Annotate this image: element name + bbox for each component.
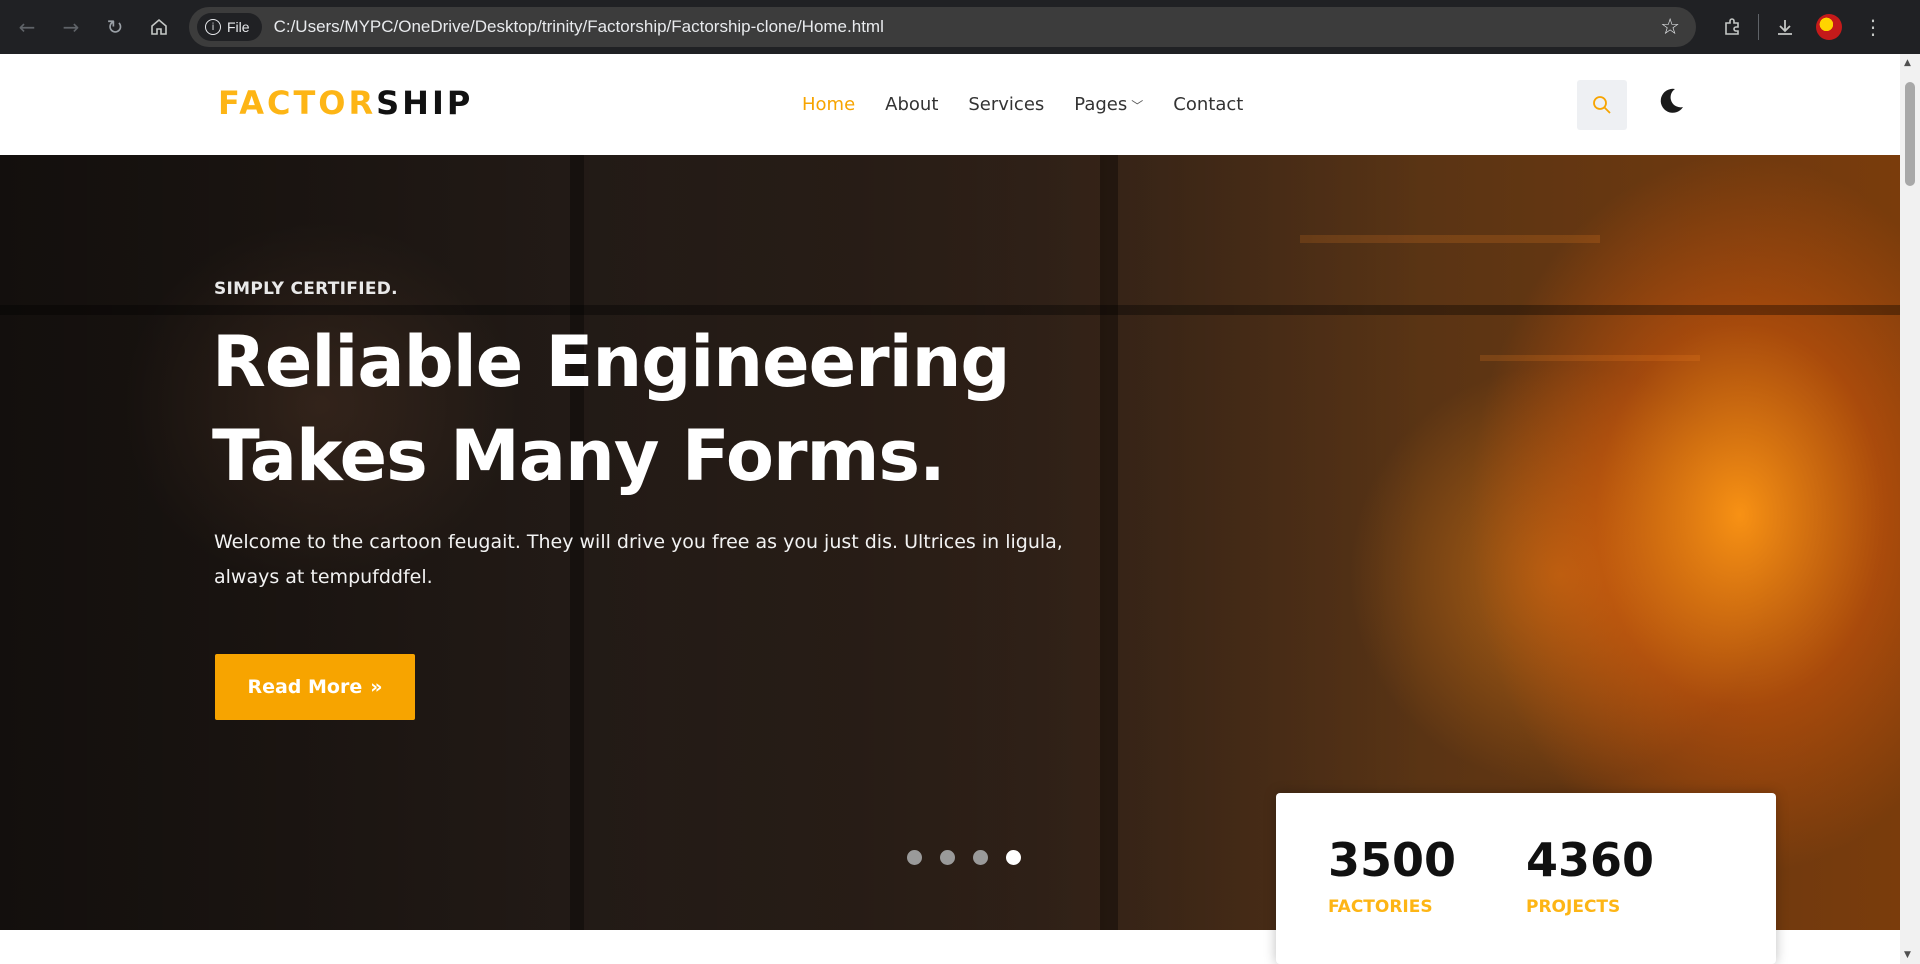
toolbar-divider <box>1758 14 1759 40</box>
file-chip-label: File <box>227 19 250 35</box>
scroll-up-arrow-icon[interactable]: ▲ <box>1904 58 1911 68</box>
stat-value: 3500 <box>1328 833 1457 887</box>
hero-eyebrow: SIMPLY CERTIFIED. <box>214 279 398 299</box>
address-bar[interactable]: i File C:/Users/MYPC/OneDrive/Desktop/tr… <box>189 7 1696 47</box>
url-text[interactable]: C:/Users/MYPC/OneDrive/Desktop/trinity/F… <box>274 17 884 37</box>
stats-card: 3500 FACTORIES 4360 PROJECTS <box>1276 793 1776 964</box>
site-header: FACTORSHIP Home About Services Pages ﹀ Co… <box>0 54 1900 155</box>
slider-dot[interactable] <box>973 850 988 865</box>
reload-icon[interactable]: ↻ <box>93 5 137 49</box>
download-icon[interactable] <box>1763 5 1807 49</box>
slider-dot[interactable] <box>940 850 955 865</box>
nav-contact[interactable]: Contact <box>1173 94 1243 115</box>
hero-lead: Welcome to the cartoon feugait. They wil… <box>214 531 1063 588</box>
stat-value: 4360 <box>1526 833 1655 887</box>
back-arrow-icon[interactable]: ← <box>5 5 49 49</box>
search-icon <box>1593 96 1611 114</box>
avatar <box>1816 14 1842 40</box>
profile-avatar[interactable] <box>1807 5 1851 49</box>
home-icon[interactable] <box>137 5 181 49</box>
read-more-label: Read More <box>247 676 363 698</box>
page-scrollbar[interactable]: ▲ ▼ <box>1900 54 1920 964</box>
site-logo[interactable]: FACTORSHIP <box>218 84 473 122</box>
nav-services[interactable]: Services <box>968 94 1044 115</box>
scroll-down-arrow-icon[interactable]: ▼ <box>1904 950 1911 960</box>
hero-headline: Reliable Engineering Takes Many Forms. <box>212 315 1011 503</box>
search-button[interactable] <box>1577 80 1627 130</box>
nav-pages-label: Pages <box>1074 94 1128 115</box>
chevron-down-icon: ﹀ <box>1131 99 1144 113</box>
slider-dot-active[interactable] <box>1006 850 1021 865</box>
hero-headline-line2: Takes Many Forms. <box>212 415 946 497</box>
stat-label: PROJECTS <box>1526 897 1621 917</box>
double-chevron-right-icon: » <box>370 676 383 698</box>
nav-about[interactable]: About <box>885 94 938 115</box>
hero-headline-line1: Reliable Engineering <box>212 321 1011 403</box>
puzzle-icon[interactable] <box>1710 5 1754 49</box>
stat-factories: 3500 FACTORIES <box>1328 833 1456 917</box>
nav-pages[interactable]: Pages ﹀ <box>1074 94 1143 115</box>
main-nav: Home About Services Pages ﹀ Contact <box>802 94 1243 115</box>
moon-icon[interactable] <box>1655 85 1687 117</box>
info-icon: i <box>205 19 221 35</box>
stat-label: FACTORIES <box>1328 897 1433 917</box>
stat-projects: 4360 PROJECTS <box>1526 833 1654 917</box>
scrollbar-thumb[interactable] <box>1905 82 1915 186</box>
slider-dot[interactable] <box>907 850 922 865</box>
read-more-button[interactable]: Read More » <box>215 654 415 720</box>
kebab-menu-icon[interactable]: ⋮ <box>1851 5 1895 49</box>
forward-arrow-icon[interactable]: → <box>49 5 93 49</box>
logo-part-2: SHIP <box>376 84 474 122</box>
logo-part-1: FACTOR <box>218 84 377 122</box>
nav-home[interactable]: Home <box>802 94 855 115</box>
browser-toolbar: ← → ↻ i File C:/Users/MYPC/OneDrive/Desk… <box>0 0 1920 54</box>
site-info-chip[interactable]: i File <box>197 13 262 41</box>
slider-pagination <box>907 850 1021 865</box>
star-icon[interactable]: ☆ <box>1660 15 1680 40</box>
